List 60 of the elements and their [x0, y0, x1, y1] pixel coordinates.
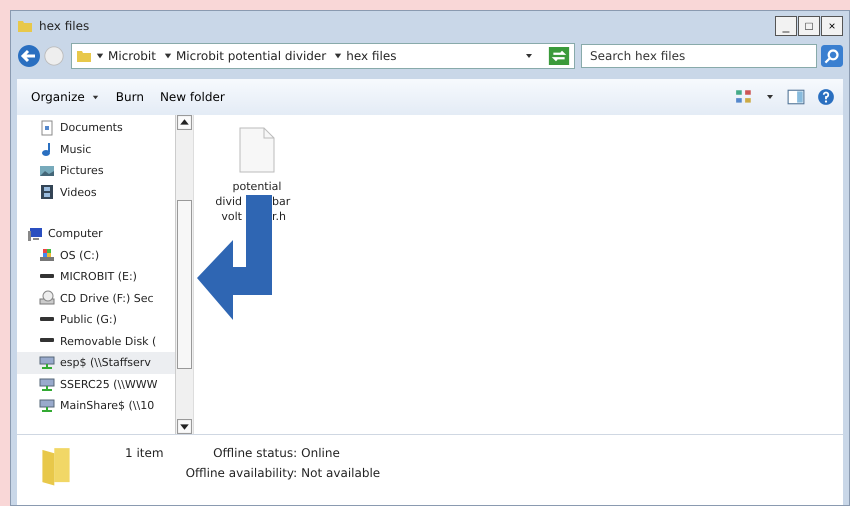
address-bar[interactable]: Microbit Microbit potential divider hex files	[71, 43, 575, 69]
file-name: potential	[232, 179, 282, 194]
breadcrumb-item[interactable]: hex files	[346, 49, 396, 63]
document-icon	[39, 120, 55, 136]
preview-pane-icon[interactable]	[787, 88, 805, 106]
status-label: Offline availability:	[186, 466, 298, 480]
back-button[interactable]	[17, 44, 41, 68]
status-value: Online	[301, 446, 341, 460]
navigation-item[interactable]: esp$ (\\Staffserv	[17, 352, 175, 374]
window-control-button[interactable]: _	[775, 16, 797, 36]
navigation-item[interactable]: Music	[17, 138, 175, 160]
caret-icon	[90, 92, 100, 102]
drive-icon	[39, 316, 55, 322]
caret-icon[interactable]	[334, 52, 342, 60]
status-label: Offline status:	[212, 446, 298, 460]
navigation-item[interactable]: Removable Disk (	[17, 330, 175, 352]
window-control-button[interactable]: ×	[821, 16, 843, 36]
search-icon[interactable]	[821, 45, 843, 67]
file-name: bar	[272, 194, 290, 209]
toolbar-button[interactable]: Organize	[25, 87, 106, 107]
network-drive-icon	[39, 399, 55, 412]
navigation-item[interactable]: Public (G:)	[17, 309, 175, 330]
drive-icon	[39, 272, 55, 279]
navigation-item[interactable]: Computer	[17, 223, 175, 244]
window-control-button[interactable]: □	[798, 16, 820, 36]
file-name: volt	[221, 209, 242, 224]
navigation-item[interactable]: Documents	[17, 117, 175, 138]
navigation-item[interactable]: Videos	[17, 182, 175, 203]
scroll-up-button[interactable]	[177, 115, 192, 130]
caret-icon[interactable]	[96, 52, 104, 60]
drive-icon	[39, 337, 55, 344]
status-value: Not available	[301, 466, 380, 480]
search-field[interactable]: Search hex files	[581, 44, 817, 68]
cd-drive-icon	[39, 290, 55, 306]
window-title: hex files	[39, 19, 90, 33]
help-icon[interactable]	[817, 88, 835, 106]
computer-icon	[27, 226, 43, 242]
toolbar-button[interactable]: New folder	[154, 87, 231, 107]
navigation-item[interactable]: MainShare$ (\\10	[17, 395, 175, 416]
file-name: divid	[215, 194, 242, 209]
network-drive-icon	[39, 378, 55, 391]
navigation-item[interactable]: CD Drive (F:) Sec	[17, 288, 175, 309]
folder-icon	[76, 48, 92, 64]
refresh-icon[interactable]	[548, 47, 570, 65]
scroll-down-button[interactable]	[177, 419, 192, 434]
folder-icon	[17, 18, 33, 34]
toolbar-button[interactable]: Burn	[110, 87, 150, 107]
navigation-item[interactable]: MICROBIT (E:)	[17, 266, 175, 288]
navigation-item[interactable]: SSERC25 (\\WWW	[17, 374, 175, 395]
scrollbar-thumb[interactable]	[177, 200, 192, 369]
breadcrumb-item[interactable]: Microbit	[108, 49, 156, 63]
caret-icon[interactable]	[164, 52, 172, 60]
navigation-item[interactable]: OS (C:)	[17, 244, 175, 266]
drive-icon	[39, 247, 55, 264]
network-drive-icon	[39, 356, 55, 370]
breadcrumb-item[interactable]: Microbit potential divider	[176, 49, 326, 63]
navigation-item[interactable]: Pictures	[17, 160, 175, 182]
file-name: r.h	[272, 209, 286, 224]
film-icon	[39, 184, 55, 200]
item-count: 1 item	[125, 446, 164, 460]
